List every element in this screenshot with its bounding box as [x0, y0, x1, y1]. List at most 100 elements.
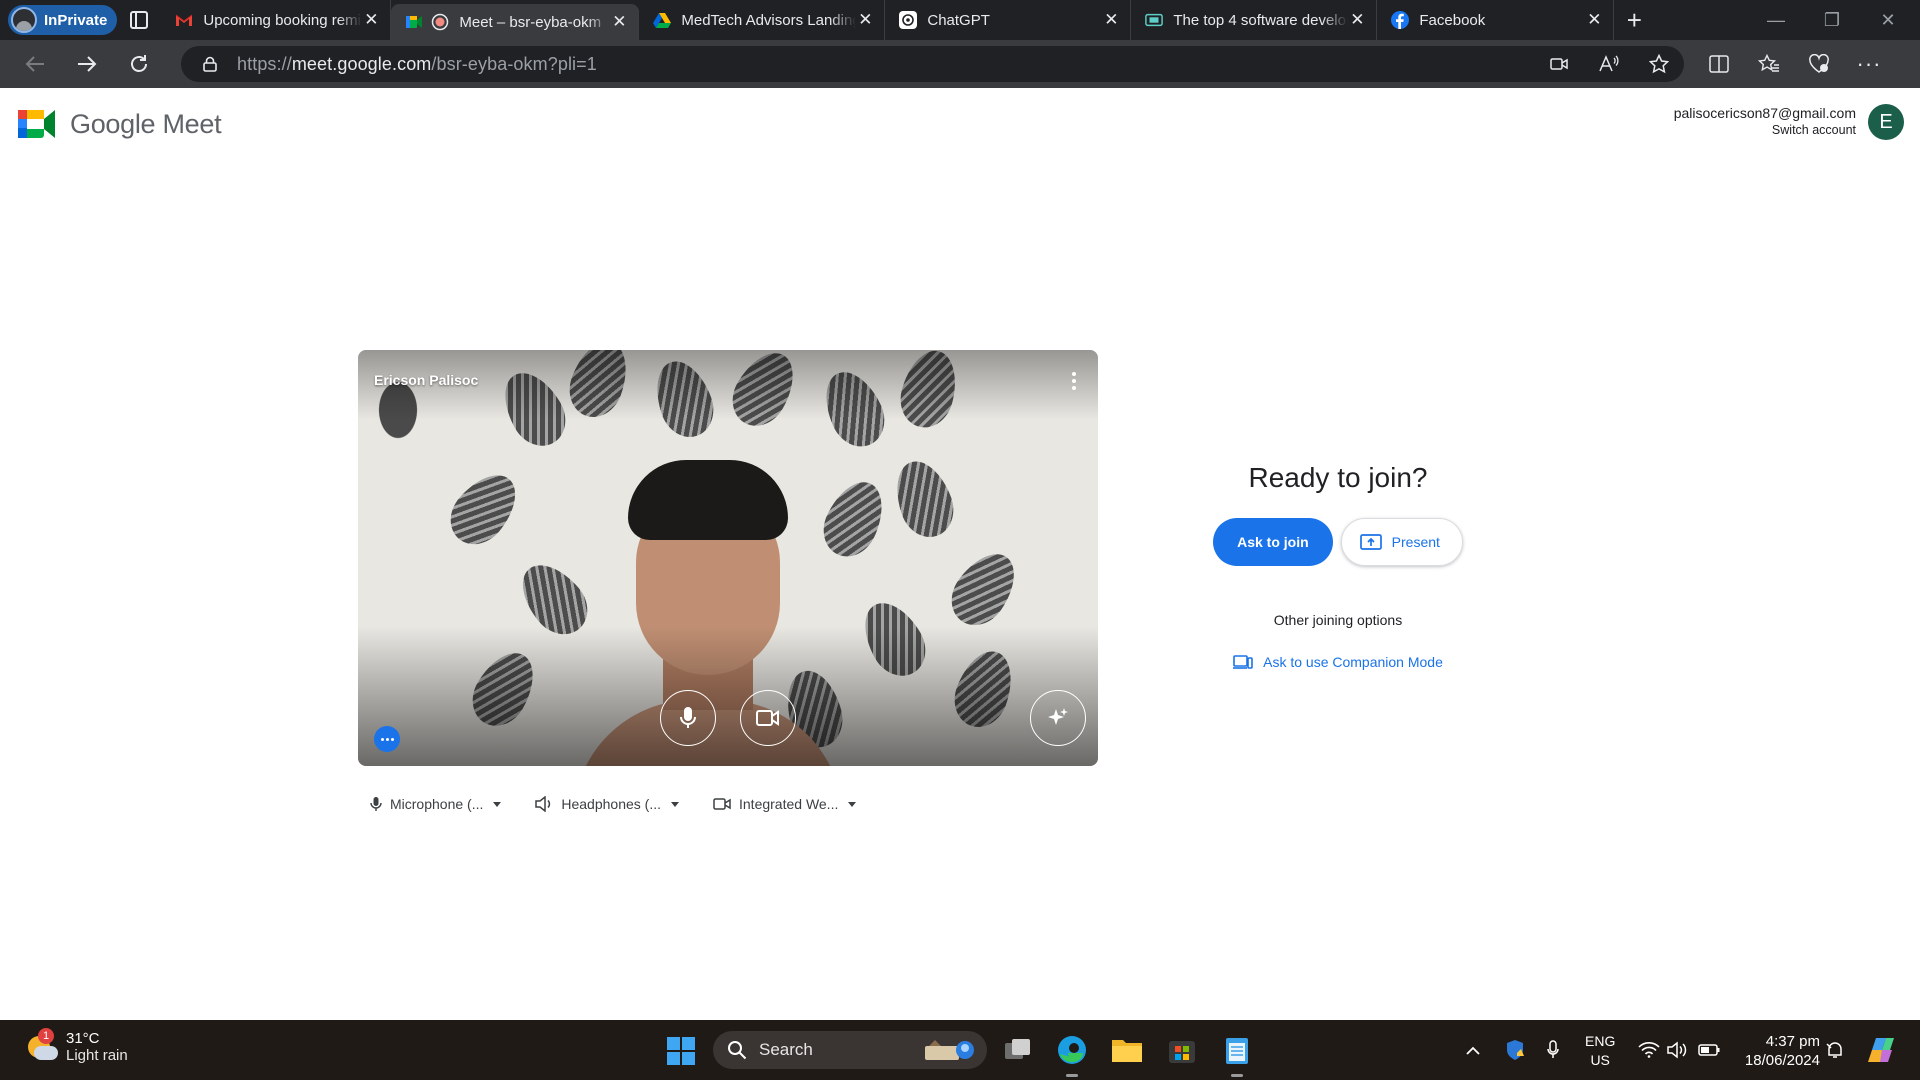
favorite-star-icon[interactable] [1634, 40, 1684, 88]
battery-icon[interactable] [1696, 1020, 1722, 1080]
task-view-icon[interactable] [1001, 1033, 1035, 1067]
system-clock[interactable]: 4:37 pm 18/06/2024 [1745, 1032, 1820, 1070]
close-tab-icon[interactable]: ✕ [362, 10, 380, 30]
companion-mode-link[interactable]: Ask to use Companion Mode [1164, 654, 1512, 670]
read-aloud-icon[interactable] [1584, 40, 1634, 88]
taskbar-search-label: Search [759, 1040, 813, 1059]
tab-chatgpt[interactable]: ChatGPT ✕ [885, 0, 1132, 40]
recording-icon [431, 13, 449, 31]
focus-assist-icon[interactable] [1822, 1020, 1848, 1080]
video-camera-icon [756, 710, 779, 726]
close-tab-icon[interactable]: ✕ [610, 12, 628, 32]
tab-facebook[interactable]: Facebook ✕ [1377, 0, 1615, 40]
device-selectors: Microphone (... Headphones (... Integrat… [370, 792, 890, 816]
tab-actions-button[interactable] [117, 0, 161, 40]
tab-drive[interactable]: MedTech Advisors Landing ✕ [639, 0, 886, 40]
search-icon [728, 1041, 747, 1060]
weather-widget[interactable]: 1 31°C Light rain [26, 1028, 128, 1064]
more-menu-icon[interactable]: ··· [1844, 40, 1894, 88]
account-avatar[interactable]: E [1868, 104, 1904, 140]
notepad-icon[interactable] [1220, 1033, 1254, 1067]
microphone-tray-icon[interactable] [1540, 1020, 1566, 1080]
browser-essentials-icon[interactable] [1794, 40, 1844, 88]
running-indicator [1231, 1074, 1243, 1077]
camera-toggle-button[interactable] [740, 690, 796, 746]
split-screen-icon[interactable] [1694, 40, 1744, 88]
tab-title: Upcoming booking reminder [203, 11, 362, 29]
back-arrow-icon [25, 56, 44, 72]
camera-in-use-icon[interactable] [1534, 40, 1584, 88]
tab-title: The top 4 software developers [1173, 11, 1348, 29]
wifi-icon[interactable] [1636, 1020, 1662, 1080]
address-bar[interactable]: https://meet.google.com/bsr-eyba-okm?pli… [181, 46, 1684, 82]
favorites-icon[interactable] [1744, 40, 1794, 88]
edge-icon[interactable] [1055, 1033, 1089, 1067]
copilot-icon[interactable] [1864, 1020, 1900, 1080]
video-camera-icon [713, 798, 731, 810]
inprivate-label: InPrivate [44, 11, 108, 29]
close-tab-icon[interactable]: ✕ [1348, 10, 1366, 30]
chevron-down-icon [493, 801, 502, 807]
visual-effects-button[interactable] [1030, 690, 1086, 746]
camera-select[interactable]: Integrated We... [713, 796, 857, 812]
microphone-select[interactable]: Microphone (... [370, 796, 502, 812]
microsoft-store-icon[interactable] [1165, 1033, 1199, 1067]
minimize-button[interactable]: — [1748, 0, 1804, 40]
security-shield-icon[interactable] [1500, 1020, 1530, 1080]
show-hidden-icons-chevron-icon[interactable] [1460, 1020, 1486, 1080]
volume-icon[interactable] [1665, 1020, 1691, 1080]
taskbar-search[interactable]: Search [713, 1031, 987, 1069]
tab-title: ChatGPT [927, 11, 990, 29]
weather-temperature: 31°C [66, 1030, 100, 1047]
file-explorer-icon[interactable] [1110, 1033, 1144, 1067]
tab-meet[interactable]: Meet – bsr-eyba-okm ✕ [391, 4, 640, 40]
microphone-toggle-button[interactable] [660, 690, 716, 746]
ready-to-join-heading: Ready to join? [1248, 462, 1428, 493]
tab-title: MedTech Advisors Landing [681, 11, 857, 29]
clock-date: 18/06/2024 [1744, 1052, 1820, 1069]
windows-taskbar: 1 31°C Light rain Search ENG US 4:37 pm … [0, 1020, 1920, 1080]
lock-icon[interactable] [203, 56, 217, 72]
back-button[interactable] [9, 40, 61, 88]
speaker-select[interactable]: Headphones (... [535, 796, 679, 812]
clock-time: 4:37 pm [1765, 1033, 1820, 1050]
ask-to-join-button[interactable]: Ask to join [1213, 518, 1333, 566]
toolbar-right: ··· [1694, 40, 1894, 88]
speaker-select-label: Headphones (... [561, 796, 661, 812]
close-window-button[interactable]: ✕ [1860, 0, 1916, 40]
close-tab-icon[interactable]: ✕ [856, 10, 874, 30]
more-options-button[interactable] [374, 726, 400, 752]
browser-tab-strip: InPrivate Upcoming booking reminder ✕ Me… [0, 0, 1920, 40]
inprivate-button[interactable]: InPrivate [8, 5, 118, 35]
google-meet-logo[interactable]: Google Meet [18, 108, 222, 140]
preview-more-options-icon[interactable] [1070, 372, 1078, 390]
generic-icon [1145, 11, 1164, 29]
tab-title: Facebook [1419, 11, 1486, 29]
other-joining-options-label: Other joining options [1273, 612, 1403, 628]
restore-button[interactable]: ❐ [1804, 0, 1860, 40]
present-button-label: Present [1391, 534, 1440, 550]
participant-name: Ericson Palisoc [374, 372, 479, 388]
present-screen-icon [1359, 534, 1382, 550]
new-tab-button[interactable]: + [1614, 5, 1654, 36]
microphone-icon [370, 797, 382, 811]
refresh-button[interactable] [113, 40, 165, 88]
companion-devices-icon [1233, 655, 1253, 669]
microphone-icon [680, 707, 696, 728]
present-button[interactable]: Present [1340, 518, 1463, 566]
account-info: palisocericson87@gmail.com Switch accoun… [1674, 105, 1856, 137]
tab-gmail[interactable]: Upcoming booking reminder ✕ [161, 0, 392, 40]
drive-icon [653, 11, 672, 29]
facebook-icon [1391, 11, 1410, 29]
input-language[interactable]: ENG US [1585, 1032, 1615, 1070]
gmail-icon [175, 11, 193, 29]
chevron-down-icon [848, 801, 857, 807]
forward-button[interactable] [61, 40, 113, 88]
switch-account-link[interactable]: Switch account [1674, 123, 1856, 137]
start-button[interactable] [667, 1037, 695, 1065]
forward-arrow-icon [78, 56, 97, 72]
profile-avatar-icon [11, 7, 37, 33]
close-tab-icon[interactable]: ✕ [1102, 10, 1120, 30]
tab-software[interactable]: The top 4 software developers ✕ [1131, 0, 1378, 40]
close-tab-icon[interactable]: ✕ [1585, 10, 1603, 30]
